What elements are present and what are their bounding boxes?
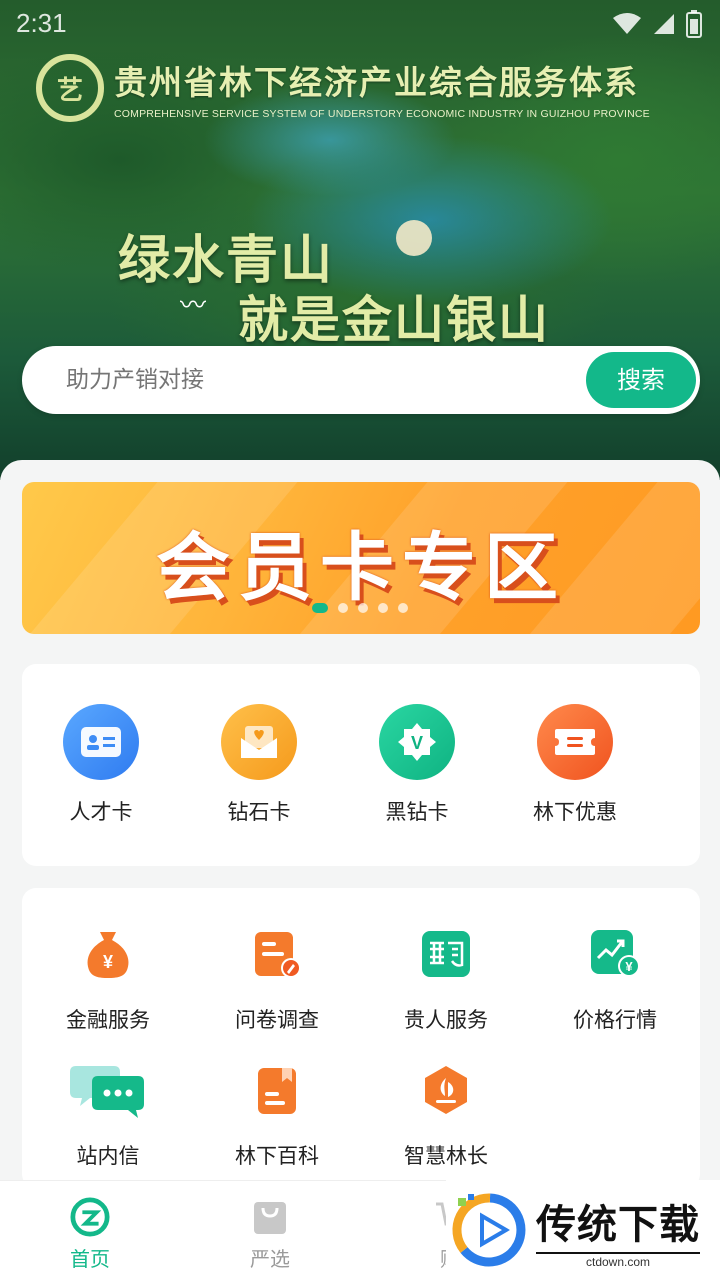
guiren-service-item[interactable]: 贵人服务 <box>361 922 531 1034</box>
smart-forest-item[interactable]: 智慧林长 <box>361 1058 531 1170</box>
pagination-dot[interactable] <box>358 603 368 613</box>
pagination-dot-active[interactable] <box>312 603 328 613</box>
nav-home-label: 首页 <box>70 1247 110 1271</box>
nav-selected-label: 严选 <box>250 1247 290 1271</box>
guiren-icon <box>414 922 478 986</box>
encyclopedia-icon <box>245 1058 309 1122</box>
black-diamond-card-item[interactable]: V 黑钻卡 <box>338 664 496 826</box>
finance-service-label: 金融服务 <box>66 1008 150 1032</box>
questionnaire-icon <box>245 922 309 986</box>
search-input[interactable] <box>66 346 566 414</box>
questionnaire-item[interactable]: 问卷调查 <box>192 922 362 1034</box>
search-button[interactable]: 搜索 <box>586 352 696 408</box>
watermark-logo-icon <box>452 1193 526 1267</box>
membership-card-panel: 人才卡 钻石卡 V 黑钻卡 林下优惠 <box>22 664 700 866</box>
pagination-dot[interactable] <box>338 603 348 613</box>
sun-decoration <box>396 220 432 256</box>
watermark-url: ctdown.com <box>536 1251 700 1269</box>
wifi-icon <box>612 12 642 36</box>
hero-banner: 2:31 艺 贵州省林下经济产业综合服务体系 COMPREHENSIVE SER… <box>0 0 720 480</box>
encyclopedia-label: 林下百科 <box>235 1144 319 1168</box>
search-bar: 搜索 <box>22 346 700 414</box>
guiren-service-label: 贵人服务 <box>404 1008 488 1032</box>
id-card-icon <box>63 704 139 780</box>
watermark: 传统下载 ctdown.com <box>446 1180 720 1280</box>
watermark-title: 传统下载 <box>536 1201 700 1248</box>
diamond-card-item[interactable]: 钻石卡 <box>180 664 338 826</box>
nav-home[interactable]: 首页 <box>0 1181 180 1280</box>
finance-service-item[interactable]: ¥ 金融服务 <box>23 922 193 1034</box>
price-trend-item[interactable]: ¥ 价格行情 <box>530 922 700 1034</box>
banner-title: 会员卡专区 <box>156 525 566 611</box>
svg-text:¥: ¥ <box>625 959 633 974</box>
money-bag-icon: ¥ <box>76 922 140 986</box>
coupon-icon <box>537 704 613 780</box>
birds-icon: 〰 <box>180 291 207 321</box>
pagination-dot[interactable] <box>378 603 388 613</box>
inbox-label: 站内信 <box>76 1144 140 1168</box>
services-panel: ¥ 金融服务 问卷调查 贵人服务 ¥ 价格行情 站内信 林下百科 智慧林长 <box>22 888 700 1188</box>
smart-forest-label: 智慧林长 <box>404 1144 488 1168</box>
svg-text:V: V <box>411 733 423 753</box>
v-badge-icon: V <box>379 704 455 780</box>
envelope-heart-icon <box>221 704 297 780</box>
battery-icon <box>686 10 702 38</box>
status-time: 2:31 <box>16 8 67 38</box>
app-subtitle: COMPREHENSIVE SERVICE SYSTEM OF UNDERSTO… <box>114 108 650 120</box>
shopping-bag-icon <box>250 1197 290 1237</box>
banner-pagination <box>0 603 720 613</box>
signal-icon <box>652 12 676 36</box>
forest-discount-label: 林下优惠 <box>533 800 617 824</box>
encyclopedia-item[interactable]: 林下百科 <box>192 1058 362 1170</box>
price-trend-label: 价格行情 <box>573 1008 657 1032</box>
app-logo: 艺 贵州省林下经济产业综合服务体系 COMPREHENSIVE SERVICE … <box>36 54 650 122</box>
home-logo-icon <box>70 1197 110 1237</box>
talent-card-item[interactable]: 人才卡 <box>22 664 180 826</box>
inbox-item[interactable]: 站内信 <box>23 1058 193 1170</box>
status-bar: 2:31 <box>0 0 720 48</box>
questionnaire-label: 问卷调查 <box>235 1008 319 1032</box>
slogan-line2: 就是金山银山 <box>238 290 550 349</box>
app-title: 贵州省林下经济产业综合服务体系 <box>114 63 639 102</box>
svg-text:¥: ¥ <box>103 952 113 972</box>
status-icons <box>612 10 702 38</box>
message-icon <box>70 1058 146 1122</box>
logo-mark: 艺 <box>36 54 104 122</box>
diamond-card-label: 钻石卡 <box>227 800 291 824</box>
black-diamond-card-label: 黑钻卡 <box>385 800 449 824</box>
talent-card-label: 人才卡 <box>69 800 133 824</box>
smart-forest-icon <box>414 1058 478 1122</box>
pagination-dot[interactable] <box>398 603 408 613</box>
price-trend-icon: ¥ <box>583 922 647 986</box>
nav-selected[interactable]: 严选 <box>180 1181 360 1280</box>
forest-discount-item[interactable]: 林下优惠 <box>496 664 654 826</box>
